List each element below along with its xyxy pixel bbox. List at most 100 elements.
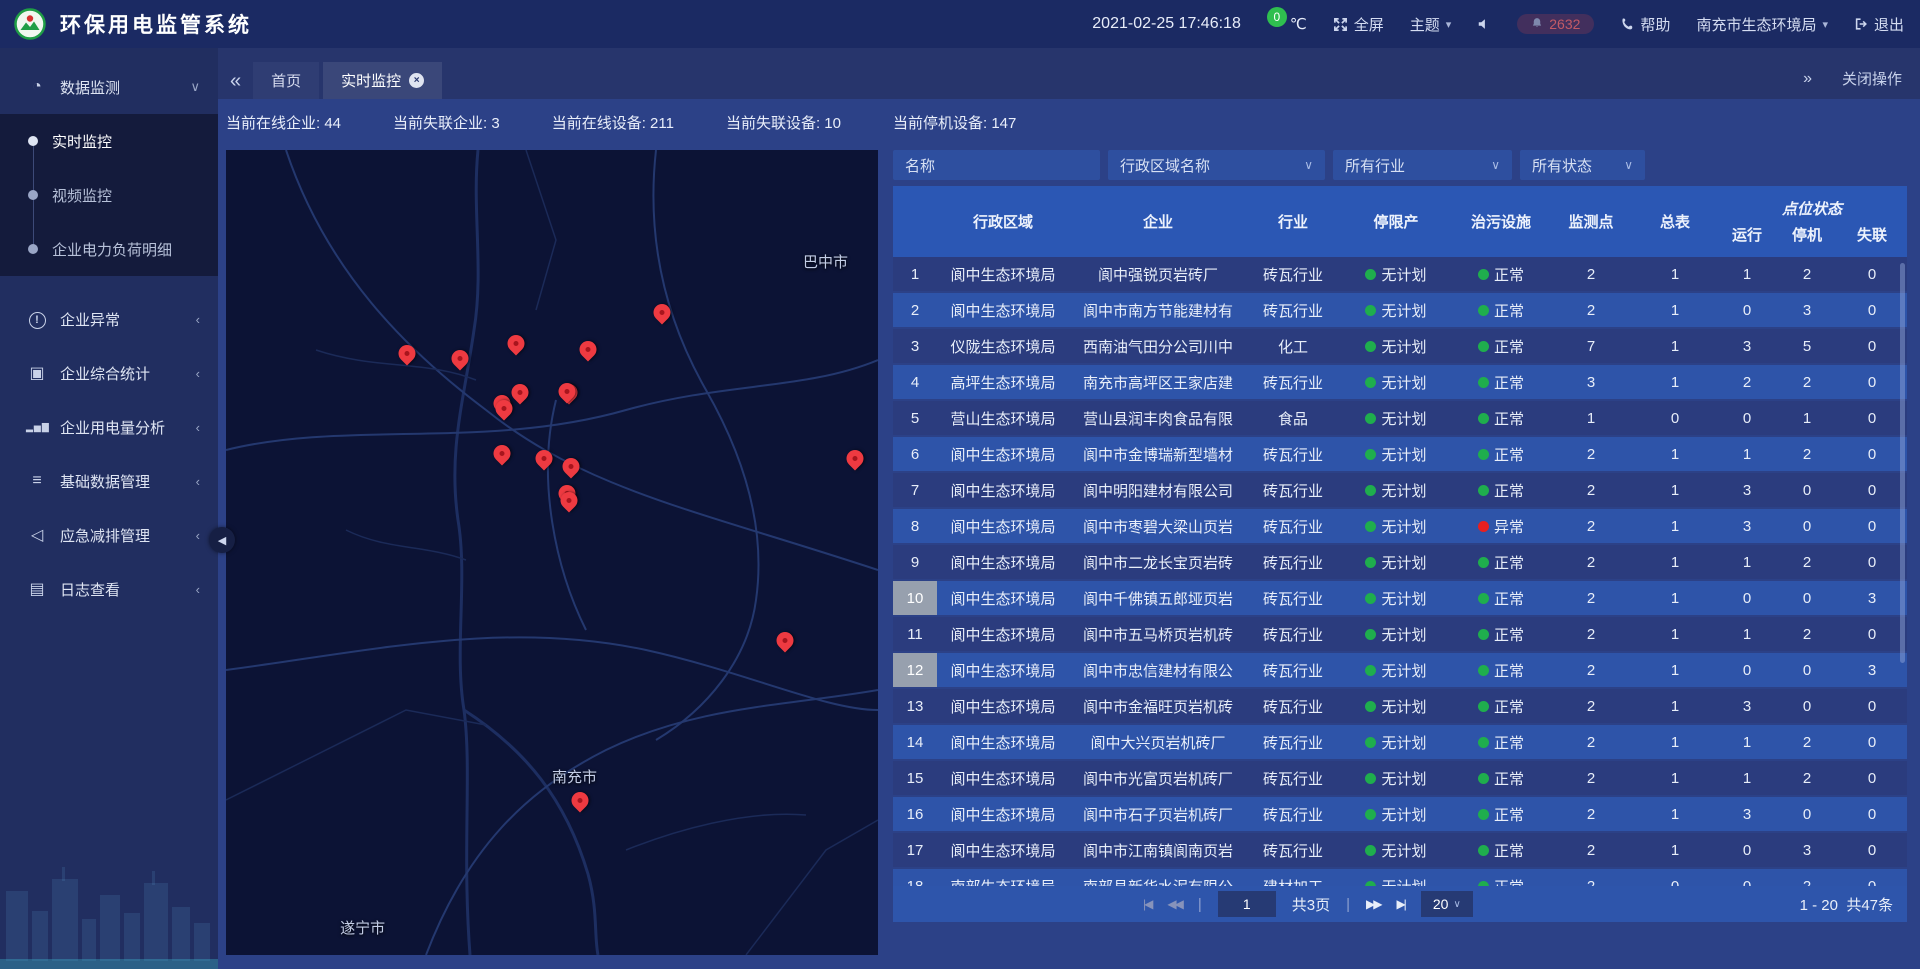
cell-stopped: 0 (1777, 473, 1837, 507)
sidebar-item-power-load-detail[interactable]: 企业电力负荷明细 (0, 222, 218, 276)
status-select[interactable]: 所有状态∨ (1520, 150, 1645, 180)
status-dot-green-icon (1365, 809, 1376, 820)
table-row[interactable]: 11阆中生态环境局阆中市五马桥页岩机砖砖瓦行业无计划正常21120 (893, 617, 1907, 651)
sidebar-item-data-monitoring[interactable]: ◔数据监测∨ (0, 60, 218, 114)
sidebar-collapse-handle[interactable]: ◀ (209, 527, 235, 553)
cell-lost: 3 (1837, 653, 1907, 687)
cell-monitor-points: 2 (1549, 473, 1633, 507)
table-row[interactable]: 18南部生态环境局南部县新华水泥有限公建材加工无计划正常20020 (893, 869, 1907, 886)
cell-lost: 0 (1837, 869, 1907, 886)
tabs-scroll-right-icon[interactable]: » (1803, 70, 1812, 88)
sidebar-subitem-label: 企业电力负荷明细 (52, 239, 172, 260)
table-row[interactable]: 13阆中生态环境局阆中市金福旺页岩机砖砖瓦行业无计划正常21300 (893, 689, 1907, 723)
table-scrollbar[interactable] (1900, 263, 1905, 663)
cell-pollution-facility: 正常 (1453, 365, 1549, 399)
table-row[interactable]: 2阆中生态环境局阆中市南方节能建材有砖瓦行业无计划正常21030 (893, 293, 1907, 327)
alarm-count-badge[interactable]: 2632 (1517, 14, 1594, 34)
cell-stopped: 2 (1777, 725, 1837, 759)
page-size-select[interactable]: 20∨ (1421, 891, 1473, 917)
cell-monitor-points: 2 (1549, 797, 1633, 831)
cell-monitor-points: 2 (1549, 257, 1633, 291)
table-row[interactable]: 17阆中生态环境局阆中市江南镇阆南页岩砖瓦行业无计划正常21030 (893, 833, 1907, 867)
status-dot-green-icon (1478, 845, 1489, 856)
table-row[interactable]: 1阆中生态环境局阆中强锐页岩砖厂砖瓦行业无计划正常21120 (893, 257, 1907, 291)
cell-stop-limit: 无计划 (1339, 257, 1453, 291)
cell-pollution-facility: 正常 (1453, 329, 1549, 363)
sidebar-subitem-label: 实时监控 (52, 131, 112, 152)
stat-item: 当前在线企业: 44 (226, 112, 341, 133)
table-row[interactable]: 6阆中生态环境局阆中市金博瑞新型墙材砖瓦行业无计划正常21120 (893, 437, 1907, 471)
region-select[interactable]: 行政区域名称∨ (1108, 150, 1325, 180)
page-number-input[interactable]: 1 (1218, 891, 1276, 917)
sidebar-item-enterprise-stats[interactable]: ▣企业综合统计‹ (0, 346, 218, 400)
tabs-scroll-left-icon[interactable]: « (218, 70, 253, 99)
table-row[interactable]: 9阆中生态环境局阆中市二龙长宝页岩砖砖瓦行业无计划正常21120 (893, 545, 1907, 579)
cell-region: 阆中生态环境局 (937, 725, 1069, 759)
cell-company: 阆中市五马桥页岩机砖 (1069, 617, 1247, 651)
app-root: 环保用电监管系统 2021-02-25 17:46:18 0 ℃ 全屏 主题▾ (0, 0, 1920, 969)
name-search-input[interactable]: 名称 (893, 150, 1100, 180)
cell-region: 阆中生态环境局 (937, 293, 1069, 327)
cell-stop-limit: 无计划 (1339, 509, 1453, 543)
cell-industry: 砖瓦行业 (1247, 689, 1339, 723)
map-roads (226, 150, 878, 955)
table-row[interactable]: 3仪陇生态环境局西南油气田分公司川中化工无计划正常71350 (893, 329, 1907, 363)
cell-lost: 0 (1837, 293, 1907, 327)
close-operations-button[interactable]: 关闭操作 (1842, 68, 1902, 89)
cell-running: 0 (1717, 401, 1777, 435)
status-dot-green-icon (1478, 305, 1489, 316)
sidebar-item-base-data[interactable]: ≡基础数据管理‹ (0, 454, 218, 508)
table-body: 1阆中生态环境局阆中强锐页岩砖厂砖瓦行业无计划正常211202阆中生态环境局阆中… (893, 257, 1907, 886)
sidebar-item-enterprise-abnormal[interactable]: !企业异常‹ (0, 292, 218, 346)
logout-button[interactable]: 退出 (1854, 14, 1904, 35)
sidebar-item-label: 数据监测 (60, 77, 190, 98)
cell-pollution-facility: 正常 (1453, 401, 1549, 435)
database-icon: ≡ (26, 472, 48, 490)
alert-icon-circle: ! (29, 312, 46, 329)
sidebar-item-emergency-reduction[interactable]: ◁应急减排管理‹ (0, 508, 218, 562)
sidebar-item-video-monitor[interactable]: 视频监控 (0, 168, 218, 222)
table-row[interactable]: 8阆中生态环境局阆中市枣碧大梁山页岩砖瓦行业无计划异常21300 (893, 509, 1907, 543)
sidebar-item-log-view[interactable]: ▤日志查看‹ (0, 562, 218, 616)
cell-running: 2 (1717, 365, 1777, 399)
cell-running: 1 (1717, 617, 1777, 651)
help-button[interactable]: 帮助 (1620, 14, 1670, 35)
chevron-left-icon: ‹ (196, 312, 200, 327)
table-row[interactable]: 14阆中生态环境局阆中大兴页岩机砖厂砖瓦行业无计划正常21120 (893, 725, 1907, 759)
sidebar-subitem-label: 视频监控 (52, 185, 112, 206)
close-icon[interactable]: × (409, 73, 424, 88)
industry-select[interactable]: 所有行业∨ (1333, 150, 1512, 180)
map-panel[interactable]: 巴中市南充市遂宁市 (226, 150, 878, 955)
pagination-divider: | (1198, 896, 1202, 913)
enterprise-table: 行政区域 企业 行业 停限产 治污设施 监测点 总表 点位状态 运行 停机 失联… (893, 186, 1907, 922)
sound-mute-button[interactable] (1477, 17, 1491, 31)
sidebar-item-realtime-monitor[interactable]: 实时监控 (0, 114, 218, 168)
organization-dropdown[interactable]: 南充市生态环境局▾ (1696, 14, 1828, 35)
chart-icon: ▂▅▇ (26, 422, 48, 433)
table-row[interactable]: 15阆中生态环境局阆中市光富页岩机砖厂砖瓦行业无计划正常21120 (893, 761, 1907, 795)
table-row[interactable]: 16阆中生态环境局阆中市石子页岩机砖厂砖瓦行业无计划正常21300 (893, 797, 1907, 831)
last-page-icon[interactable]: ▶| (1396, 897, 1404, 911)
tab-realtime-monitor[interactable]: 实时监控 × (323, 62, 442, 99)
fullscreen-button[interactable]: 全屏 (1333, 14, 1384, 35)
cell-pollution-facility: 正常 (1453, 869, 1549, 886)
table-row[interactable]: 10阆中生态环境局阆中千佛镇五郎垭页岩砖瓦行业无计划正常21003 (893, 581, 1907, 615)
table-row[interactable]: 12阆中生态环境局阆中市忠信建材有限公砖瓦行业无计划正常21003 (893, 653, 1907, 687)
tab-home[interactable]: 首页 (253, 62, 319, 99)
cell-region: 阆中生态环境局 (937, 545, 1069, 579)
phone-icon (1620, 17, 1634, 31)
cell-region: 阆中生态环境局 (937, 581, 1069, 615)
cell-total-meter: 1 (1633, 437, 1717, 471)
table-row[interactable]: 4高坪生态环境局南充市高坪区王家店建砖瓦行业无计划正常31220 (893, 365, 1907, 399)
status-dot-green-icon (1365, 665, 1376, 676)
status-dot-green-icon (1478, 269, 1489, 280)
sidebar-item-power-analysis[interactable]: ▂▅▇企业用电量分析‹ (0, 400, 218, 454)
cell-industry: 砖瓦行业 (1247, 437, 1339, 471)
first-page-icon[interactable]: |◀ (1143, 897, 1151, 911)
theme-dropdown[interactable]: 主题▾ (1410, 14, 1452, 35)
table-row[interactable]: 5营山生态环境局营山县润丰肉食品有限食品无计划正常10010 (893, 401, 1907, 435)
next-page-icon[interactable]: ▶▶ (1366, 897, 1380, 911)
table-row[interactable]: 7阆中生态环境局阆中明阳建材有限公司砖瓦行业无计划正常21300 (893, 473, 1907, 507)
cell-industry: 砖瓦行业 (1247, 833, 1339, 867)
prev-page-icon[interactable]: ◀◀ (1167, 897, 1181, 911)
